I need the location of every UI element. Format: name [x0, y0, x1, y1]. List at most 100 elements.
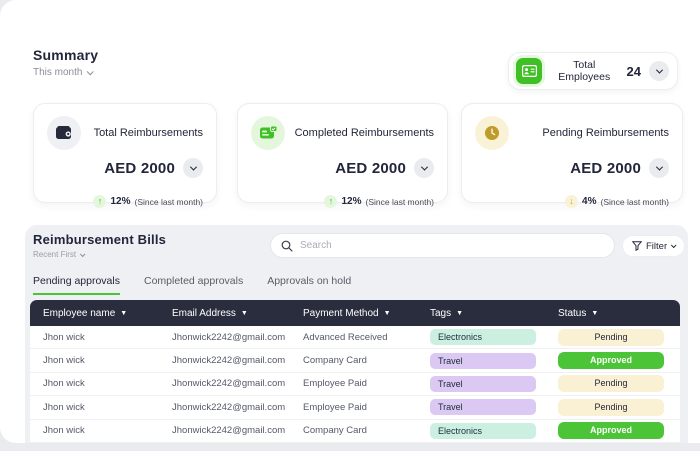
card-check-icon	[251, 116, 285, 150]
search-input[interactable]	[300, 240, 604, 251]
summary-period-dropdown[interactable]: This month	[33, 67, 98, 78]
employees-card-icon	[516, 58, 542, 84]
card-amount: AED 2000	[570, 159, 641, 177]
sort-label: Recent First	[33, 250, 77, 259]
tab-completed-approvals[interactable]: Completed approvals	[144, 275, 243, 295]
cell-status: Pending	[558, 398, 667, 416]
column-header-employee-name[interactable]: Employee name ▼	[43, 308, 172, 319]
chevron-down-icon	[655, 163, 663, 171]
employees-expand-button[interactable]	[649, 61, 669, 81]
cell-employee-name: Jhon wick	[43, 425, 85, 437]
cell-email-address: Jhonwick2242@gmail.com	[172, 401, 286, 413]
status-badge: Pending	[558, 328, 664, 346]
card-expand-button[interactable]	[414, 158, 434, 178]
total-employees-label: Total Employees	[558, 59, 611, 83]
trend-up-icon: ↑	[93, 195, 107, 208]
trend-up-icon: ↑	[324, 195, 338, 208]
cell-status: Pending	[558, 328, 667, 346]
table-row[interactable]: Jhon wick Jhonwick2242@gmail.com Company C…	[30, 349, 680, 373]
cell-email-address: Jhonwick2242@gmail.com	[172, 378, 286, 390]
table-body: Jhon wick Jhonwick2242@gmail.com Advanced …	[30, 326, 680, 443]
column-header-status[interactable]: Status ▼	[558, 308, 667, 319]
cell-employee-name: Jhon wick	[43, 331, 85, 343]
total-reimbursements-card: Total Reimbursements AED 2000 ↑ 12% (Sin…	[33, 103, 217, 208]
bills-section-title: Reimbursement Bills	[33, 232, 167, 247]
status-badge: Pending	[558, 398, 664, 416]
card-title: Completed Reimbursements	[294, 127, 434, 139]
column-header-tags[interactable]: Tags ▼	[430, 308, 558, 319]
completed-reimbursements-card: Completed Reimbursements AED 2000 ↑ 12% …	[237, 103, 448, 208]
main-content-area: Summary This month Total Employees 24 To…	[0, 0, 700, 443]
chevron-down-icon	[189, 163, 197, 171]
cell-payment-method: Employee Paid	[303, 401, 367, 413]
cell-email-address: Jhonwick2242@gmail.com	[172, 331, 286, 343]
clock-icon	[475, 116, 509, 150]
cell-email-address: Jhonwick2242@gmail.com	[172, 355, 286, 367]
bills-table: Employee name ▼ Email Address ▼ Payment Me…	[30, 300, 680, 443]
cell-status: Approved	[558, 422, 667, 440]
table-row[interactable]: Jhon wick Jhonwick2242@gmail.com Employee …	[30, 396, 680, 420]
table-row[interactable]: Jhon wick Jhonwick2242@gmail.com Advanced …	[30, 326, 680, 350]
card-expand-button[interactable]	[649, 158, 669, 178]
table-row[interactable]: Jhon wick Jhonwick2242@gmail.com Employee …	[30, 372, 680, 397]
tab-approvals-on-hold[interactable]: Approvals on hold	[267, 275, 351, 295]
card-title: Total Reimbursements	[93, 127, 203, 139]
card-change-note: (Since last month)	[134, 196, 204, 207]
filter-triangle-icon: ▼	[456, 309, 464, 317]
filter-button[interactable]: Filter	[622, 235, 686, 257]
cell-status: Approved	[558, 352, 667, 370]
cell-tags: Travel	[430, 352, 558, 369]
sort-dropdown[interactable]: Recent First	[33, 250, 166, 259]
search-box[interactable]	[270, 233, 615, 258]
tag-badge: Electronics	[430, 422, 536, 439]
trend-down-icon: ↓	[565, 195, 579, 208]
tag-badge: Travel	[430, 399, 536, 416]
filter-label: Filter	[646, 240, 668, 252]
cell-tags: Travel	[430, 375, 558, 392]
tag-badge: Travel	[430, 375, 536, 392]
search-icon	[281, 240, 293, 252]
pending-reimbursements-card: Pending Reimbursements AED 2000 ↓ 4% (Si…	[461, 103, 683, 208]
card-change-note: (Since last month)	[365, 196, 435, 207]
table-row[interactable]: Jhon wick Jhonwick2242@gmail.com Company C…	[30, 419, 680, 443]
cell-email-address: Jhonwick2242@gmail.com	[172, 425, 286, 437]
tag-badge: Travel	[430, 352, 536, 369]
filter-triangle-icon: ▼	[120, 309, 128, 317]
reimbursement-bills-section: Reimbursement Bills Recent First Filt	[25, 225, 688, 443]
funnel-icon	[632, 241, 642, 251]
cell-payment-method: Advanced Received	[303, 331, 388, 343]
chevron-down-icon	[671, 242, 677, 249]
cell-status: Pending	[558, 375, 667, 393]
total-employees-widget[interactable]: Total Employees 24	[508, 52, 678, 90]
card-amount: AED 2000	[104, 159, 175, 177]
filter-triangle-icon: ▼	[240, 309, 248, 317]
cell-tags: Electronics	[430, 422, 558, 439]
status-badge: Pending	[558, 375, 664, 393]
total-employees-count: 24	[626, 63, 641, 79]
cell-employee-name: Jhon wick	[43, 378, 85, 390]
column-header-payment-method[interactable]: Payment Method ▼	[303, 308, 430, 319]
filter-triangle-icon: ▼	[383, 309, 391, 317]
cell-payment-method: Employee Paid	[303, 378, 367, 390]
cell-employee-name: Jhon wick	[43, 355, 85, 367]
status-badge: Approved	[558, 352, 664, 370]
cell-tags: Electronics	[430, 329, 558, 346]
card-change: 12%	[110, 196, 131, 207]
chevron-down-icon	[420, 163, 428, 171]
tab-pending-approvals[interactable]: Pending approvals	[33, 275, 120, 295]
cell-tags: Travel	[430, 399, 558, 416]
card-expand-button[interactable]	[183, 158, 203, 178]
tag-badge: Electronics	[430, 329, 536, 346]
card-change: 12%	[341, 196, 362, 207]
wallet-icon	[47, 116, 81, 150]
card-change-note: (Since last month)	[600, 196, 670, 207]
cell-payment-method: Company Card	[303, 355, 367, 367]
cell-payment-method: Company Card	[303, 425, 367, 437]
column-header-email-address[interactable]: Email Address ▼	[172, 308, 303, 319]
filter-triangle-icon: ▼	[591, 309, 599, 317]
summary-period-label: This month	[33, 67, 83, 78]
card-change: 4%	[582, 196, 597, 207]
cell-employee-name: Jhon wick	[43, 401, 85, 413]
card-title: Pending Reimbursements	[542, 127, 669, 139]
status-badge: Approved	[558, 422, 664, 440]
